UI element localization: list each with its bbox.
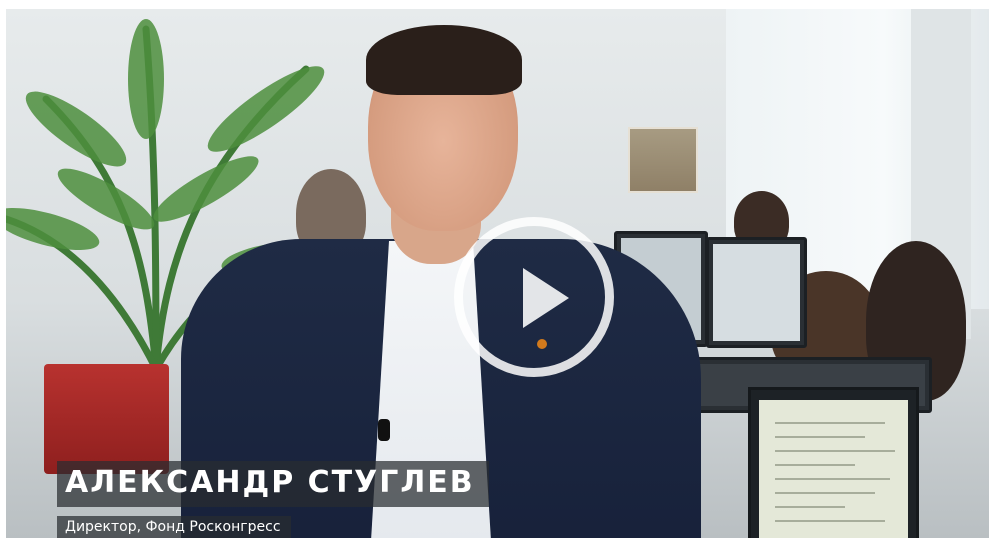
plant-pot	[44, 364, 169, 474]
lavalier-mic	[378, 419, 390, 441]
office-monitor-document	[748, 387, 919, 538]
office-monitor	[706, 237, 807, 348]
speaker-hair	[366, 25, 522, 95]
speaker-name: АЛЕКСАНДР СТУГЛЕВ	[57, 461, 489, 507]
play-icon	[523, 268, 569, 328]
video-player[interactable]: АЛЕКСАНДР СТУГЛЕВ Директор, Фонд Росконг…	[6, 9, 989, 538]
wall-poster	[628, 127, 698, 193]
speaker-title: Директор, Фонд Росконгресс	[57, 516, 291, 538]
play-button[interactable]	[454, 217, 614, 377]
